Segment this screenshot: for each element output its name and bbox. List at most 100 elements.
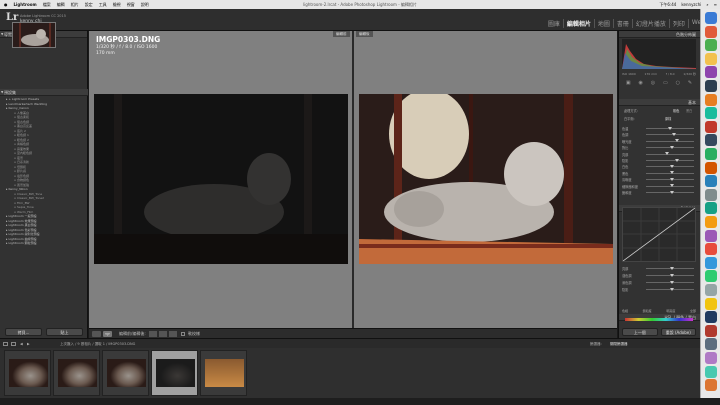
slider-knob[interactable] [670, 280, 674, 284]
before-after-view-button[interactable]: Y|Y [103, 331, 112, 337]
slider-knob[interactable] [670, 171, 674, 175]
dock-app-icon[interactable] [705, 379, 717, 392]
dock-app-icon[interactable] [705, 256, 717, 269]
module-print[interactable]: 列印 [668, 19, 688, 28]
slider-knob[interactable] [670, 287, 674, 291]
slider-knob[interactable] [670, 164, 674, 168]
slider-row[interactable]: 色調 [622, 132, 696, 137]
crop-tool-icon[interactable]: ▣ [626, 80, 631, 88]
filmstrip-thumbnail[interactable] [4, 350, 51, 396]
dock-app-icon[interactable] [705, 229, 717, 242]
slider-track[interactable] [646, 273, 694, 277]
hsl-tab-saturation[interactable]: 飽和度 [643, 309, 652, 315]
slider-row[interactable]: 色溫 [622, 126, 696, 131]
after-image[interactable] [359, 94, 613, 264]
filmstrip-thumbnail[interactable] [102, 350, 149, 396]
dock-app-icon[interactable] [705, 297, 717, 310]
hsl-tab-hue[interactable]: 色相 [622, 309, 628, 315]
slider-track[interactable] [646, 126, 694, 130]
module-library[interactable]: 圖庫 [545, 19, 563, 28]
user-name[interactable]: kennyzchi [681, 0, 701, 9]
slider-track[interactable] [646, 152, 694, 156]
dock-app-icon[interactable] [705, 311, 717, 324]
module-book[interactable]: 書冊 [612, 19, 632, 28]
search-icon[interactable]: ⌕ [706, 0, 708, 9]
dock-app-icon[interactable] [705, 202, 717, 215]
dock-app-icon[interactable] [705, 324, 717, 337]
slider-track[interactable] [646, 287, 694, 291]
slider-knob[interactable] [667, 126, 672, 130]
slider-knob[interactable] [670, 145, 674, 149]
paste-button[interactable]: 貼上 [46, 328, 83, 336]
slider-track[interactable] [646, 280, 694, 284]
slider-row[interactable]: 黑色 [622, 171, 696, 176]
slider-knob[interactable] [670, 184, 674, 188]
swap-button[interactable] [149, 331, 157, 337]
slider-track[interactable] [646, 190, 694, 194]
slider-row[interactable]: 細節飽和度 [622, 184, 696, 189]
treatment-bw[interactable]: 黑白 [686, 108, 692, 113]
dock-app-icon[interactable] [705, 93, 717, 106]
slider-knob[interactable] [674, 158, 679, 162]
previous-button[interactable]: 上一個 [622, 328, 658, 336]
dock-app-icon[interactable] [705, 148, 717, 160]
dock-app-icon[interactable] [705, 52, 717, 65]
slider-track[interactable] [646, 132, 694, 136]
adjustment-brush-icon[interactable]: ✎ [688, 80, 692, 88]
slider-track[interactable] [646, 266, 694, 270]
menu-list-icon[interactable]: ≡ [714, 0, 717, 9]
treatment-color[interactable]: 彩色 [673, 108, 679, 113]
clock[interactable]: 下午6:44 [659, 0, 676, 9]
slider-track[interactable] [646, 177, 694, 181]
presets-header[interactable]: ▼ 預設集 [0, 89, 88, 96]
dock-app-icon[interactable] [705, 216, 717, 228]
slider-track[interactable] [646, 184, 694, 188]
slider-row[interactable]: 深色調 [622, 280, 696, 285]
slider-row[interactable]: 飽和度 [622, 190, 696, 195]
secondary-window-icon[interactable] [3, 342, 8, 346]
copy-button[interactable]: 拷貝... [5, 328, 42, 336]
slider-track[interactable] [646, 171, 694, 175]
dock-app-icon[interactable] [705, 39, 717, 52]
slider-knob[interactable] [670, 190, 674, 194]
module-develop[interactable]: 編輯相片 [562, 19, 594, 28]
slider-knob[interactable] [665, 152, 670, 156]
slider-knob[interactable] [670, 177, 674, 181]
dock-app-icon[interactable] [705, 134, 717, 147]
dock-app-icon[interactable] [705, 25, 717, 38]
histogram-header[interactable]: 色階分佈圖 [619, 31, 700, 38]
slider-knob[interactable] [674, 139, 679, 143]
slider-row[interactable]: 白色 [622, 164, 696, 169]
wb-value[interactable]: 原樣 [665, 116, 671, 121]
slider-row[interactable]: 曝光度 [622, 139, 696, 144]
graduated-filter-icon[interactable]: ▭ [663, 80, 668, 88]
module-map[interactable]: 地圖 [593, 19, 613, 28]
slider-track[interactable] [646, 158, 694, 162]
dock-app-icon[interactable] [705, 120, 717, 133]
module-slideshow[interactable]: 幻燈片播放 [631, 19, 669, 28]
dock-app-icon[interactable] [705, 66, 717, 79]
dock-app-icon[interactable] [705, 107, 717, 120]
dock-app-icon[interactable] [705, 338, 717, 351]
reset-button[interactable]: 重設 (Adobe) [660, 328, 696, 336]
dock-app-icon[interactable] [705, 12, 717, 24]
slider-knob[interactable] [670, 266, 674, 270]
slider-row[interactable]: 亮部 [622, 152, 696, 157]
dock-app-icon[interactable] [705, 243, 717, 256]
basic-header[interactable]: 基本 [619, 99, 700, 106]
dock-app-icon[interactable] [705, 284, 717, 296]
slider-row[interactable]: 淺色調 [622, 273, 696, 278]
slider-track[interactable] [646, 139, 694, 143]
softproof-checkbox[interactable] [181, 332, 185, 336]
hsl-tab-all[interactable]: 全部 [690, 309, 696, 315]
filmstrip-thumbnail[interactable] [151, 350, 198, 396]
radial-filter-icon[interactable]: ○ [676, 80, 680, 88]
slider-row[interactable]: 清晰度 [622, 177, 696, 182]
dock-app-icon[interactable] [705, 352, 717, 364]
slider-track[interactable] [646, 145, 694, 149]
filmstrip-thumbnail[interactable] [200, 350, 247, 396]
before-image[interactable] [94, 94, 348, 264]
copy-after-button[interactable] [169, 331, 177, 337]
slider-knob[interactable] [672, 132, 677, 136]
dock-app-icon[interactable] [705, 175, 717, 188]
